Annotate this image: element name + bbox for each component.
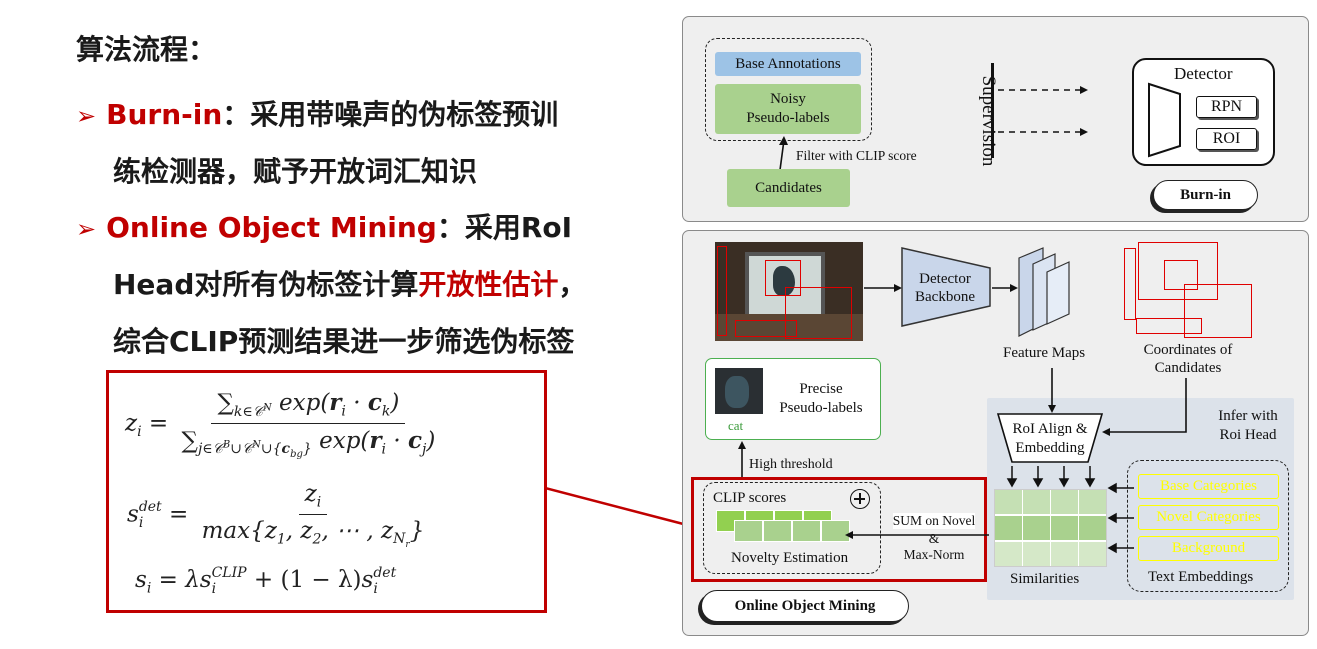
- similarity-matrix: [994, 489, 1107, 567]
- infer-roi-head-label: Infer with Roi Head: [1218, 408, 1278, 443]
- feature-maps-icon: [1018, 247, 1070, 337]
- bullet-online-mining-line2: Head对所有伪标签计算开放性估计，: [113, 263, 586, 303]
- clip-score-bars-front: [734, 520, 850, 542]
- text-embeddings-label: Text Embeddings: [1148, 569, 1254, 585]
- bullet-highlight: Burn-in: [106, 98, 223, 131]
- candidate-box: [717, 246, 727, 336]
- arrow: [1048, 368, 1056, 413]
- bullet-text: ，: [558, 268, 587, 301]
- arrow-bullet-icon: ➢: [76, 102, 97, 130]
- arrow-bullet-icon: ➢: [76, 215, 97, 243]
- similarities-label: Similarities: [1010, 571, 1080, 587]
- filter-label: Filter with CLIP score: [796, 148, 917, 163]
- novelty-estimation-label: Novelty Estimation: [731, 550, 849, 566]
- bullet-red-text: 开放性估计: [418, 268, 559, 301]
- sum-icon: [850, 489, 870, 509]
- online-object-mining-label: Online Object Mining: [701, 590, 909, 622]
- embedding-arrows: [1006, 466, 1096, 488]
- base-categories-box: Base Categories: [1138, 474, 1279, 499]
- section-title: 算法流程：: [76, 33, 217, 66]
- bullet-text: Head对所有伪标签计算: [113, 268, 419, 301]
- high-threshold-arrow: [738, 441, 746, 477]
- formula-s: si = λs CLIP i + (1 − λ)s det i: [135, 565, 397, 597]
- text-embedding-arrows: [1107, 482, 1134, 554]
- bullet-online-mining: ➢ Online Object Mining：采用RoI: [76, 206, 572, 246]
- novel-categories-box: Novel Categories: [1138, 505, 1279, 530]
- detector-backbone-icon: [1148, 82, 1181, 158]
- candidate-box: [735, 320, 797, 337]
- roi-box: ROI: [1196, 128, 1257, 150]
- roi-align-label: RoI Align & Embedding: [1012, 421, 1088, 456]
- bullet-burn-in-line2: 练检测器，赋予开放词汇知识: [113, 155, 478, 188]
- supervision-arrows: [998, 86, 1088, 136]
- sum-novel-label: SUM on Novel & Max-Norm: [892, 513, 976, 562]
- coordinates-icon: [1124, 242, 1254, 340]
- cat-label: cat: [728, 418, 744, 433]
- burn-in-label: Burn-in: [1153, 180, 1258, 210]
- high-threshold-label: High threshold: [749, 457, 833, 472]
- bullet-highlight: Online Object Mining: [106, 211, 437, 244]
- formula-box: zi = ∑k∈𝒞N exp(ri · ck) ∑j∈𝒞B∪𝒞N∪{cbg} e…: [106, 370, 547, 613]
- detector-backbone-label: Detector Backbone: [915, 271, 975, 305]
- input-image: [715, 242, 863, 341]
- bullet-text: ：采用RoI: [436, 211, 573, 244]
- candidates-box: Candidates: [727, 169, 850, 207]
- cat-thumbnail: [715, 368, 763, 414]
- base-annotations-box: Base Annotations: [715, 52, 861, 76]
- formula-sdet: s det i = zi max{z1, z2, ⋯ , zNr}: [127, 481, 425, 550]
- precise-pseudo-labels-label: Precise Pseudo-labels: [779, 381, 863, 416]
- arrow: [1102, 378, 1187, 436]
- clip-scores-label: CLIP scores: [713, 490, 787, 506]
- bullet-online-mining-line3: 综合CLIP预测结果进一步筛选伪标签: [113, 325, 575, 358]
- bullet-text: ：采用带噪声的伪标签预训: [222, 98, 559, 131]
- background-box: Background: [1138, 536, 1279, 561]
- formula-z: zi = ∑k∈𝒞N exp(ri · ck) ∑j∈𝒞B∪𝒞N∪{cbg} e…: [125, 389, 436, 460]
- connector-line: [545, 486, 692, 528]
- feature-maps-label: Feature Maps: [1003, 345, 1086, 361]
- coordinates-label: Coordinates of Candidates: [1143, 342, 1233, 376]
- rpn-box: RPN: [1196, 96, 1257, 118]
- noisy-pseudo-labels-box: Noisy Pseudo-labels: [715, 84, 861, 134]
- bullet-burn-in: ➢ Burn-in：采用带噪声的伪标签预训: [76, 93, 558, 133]
